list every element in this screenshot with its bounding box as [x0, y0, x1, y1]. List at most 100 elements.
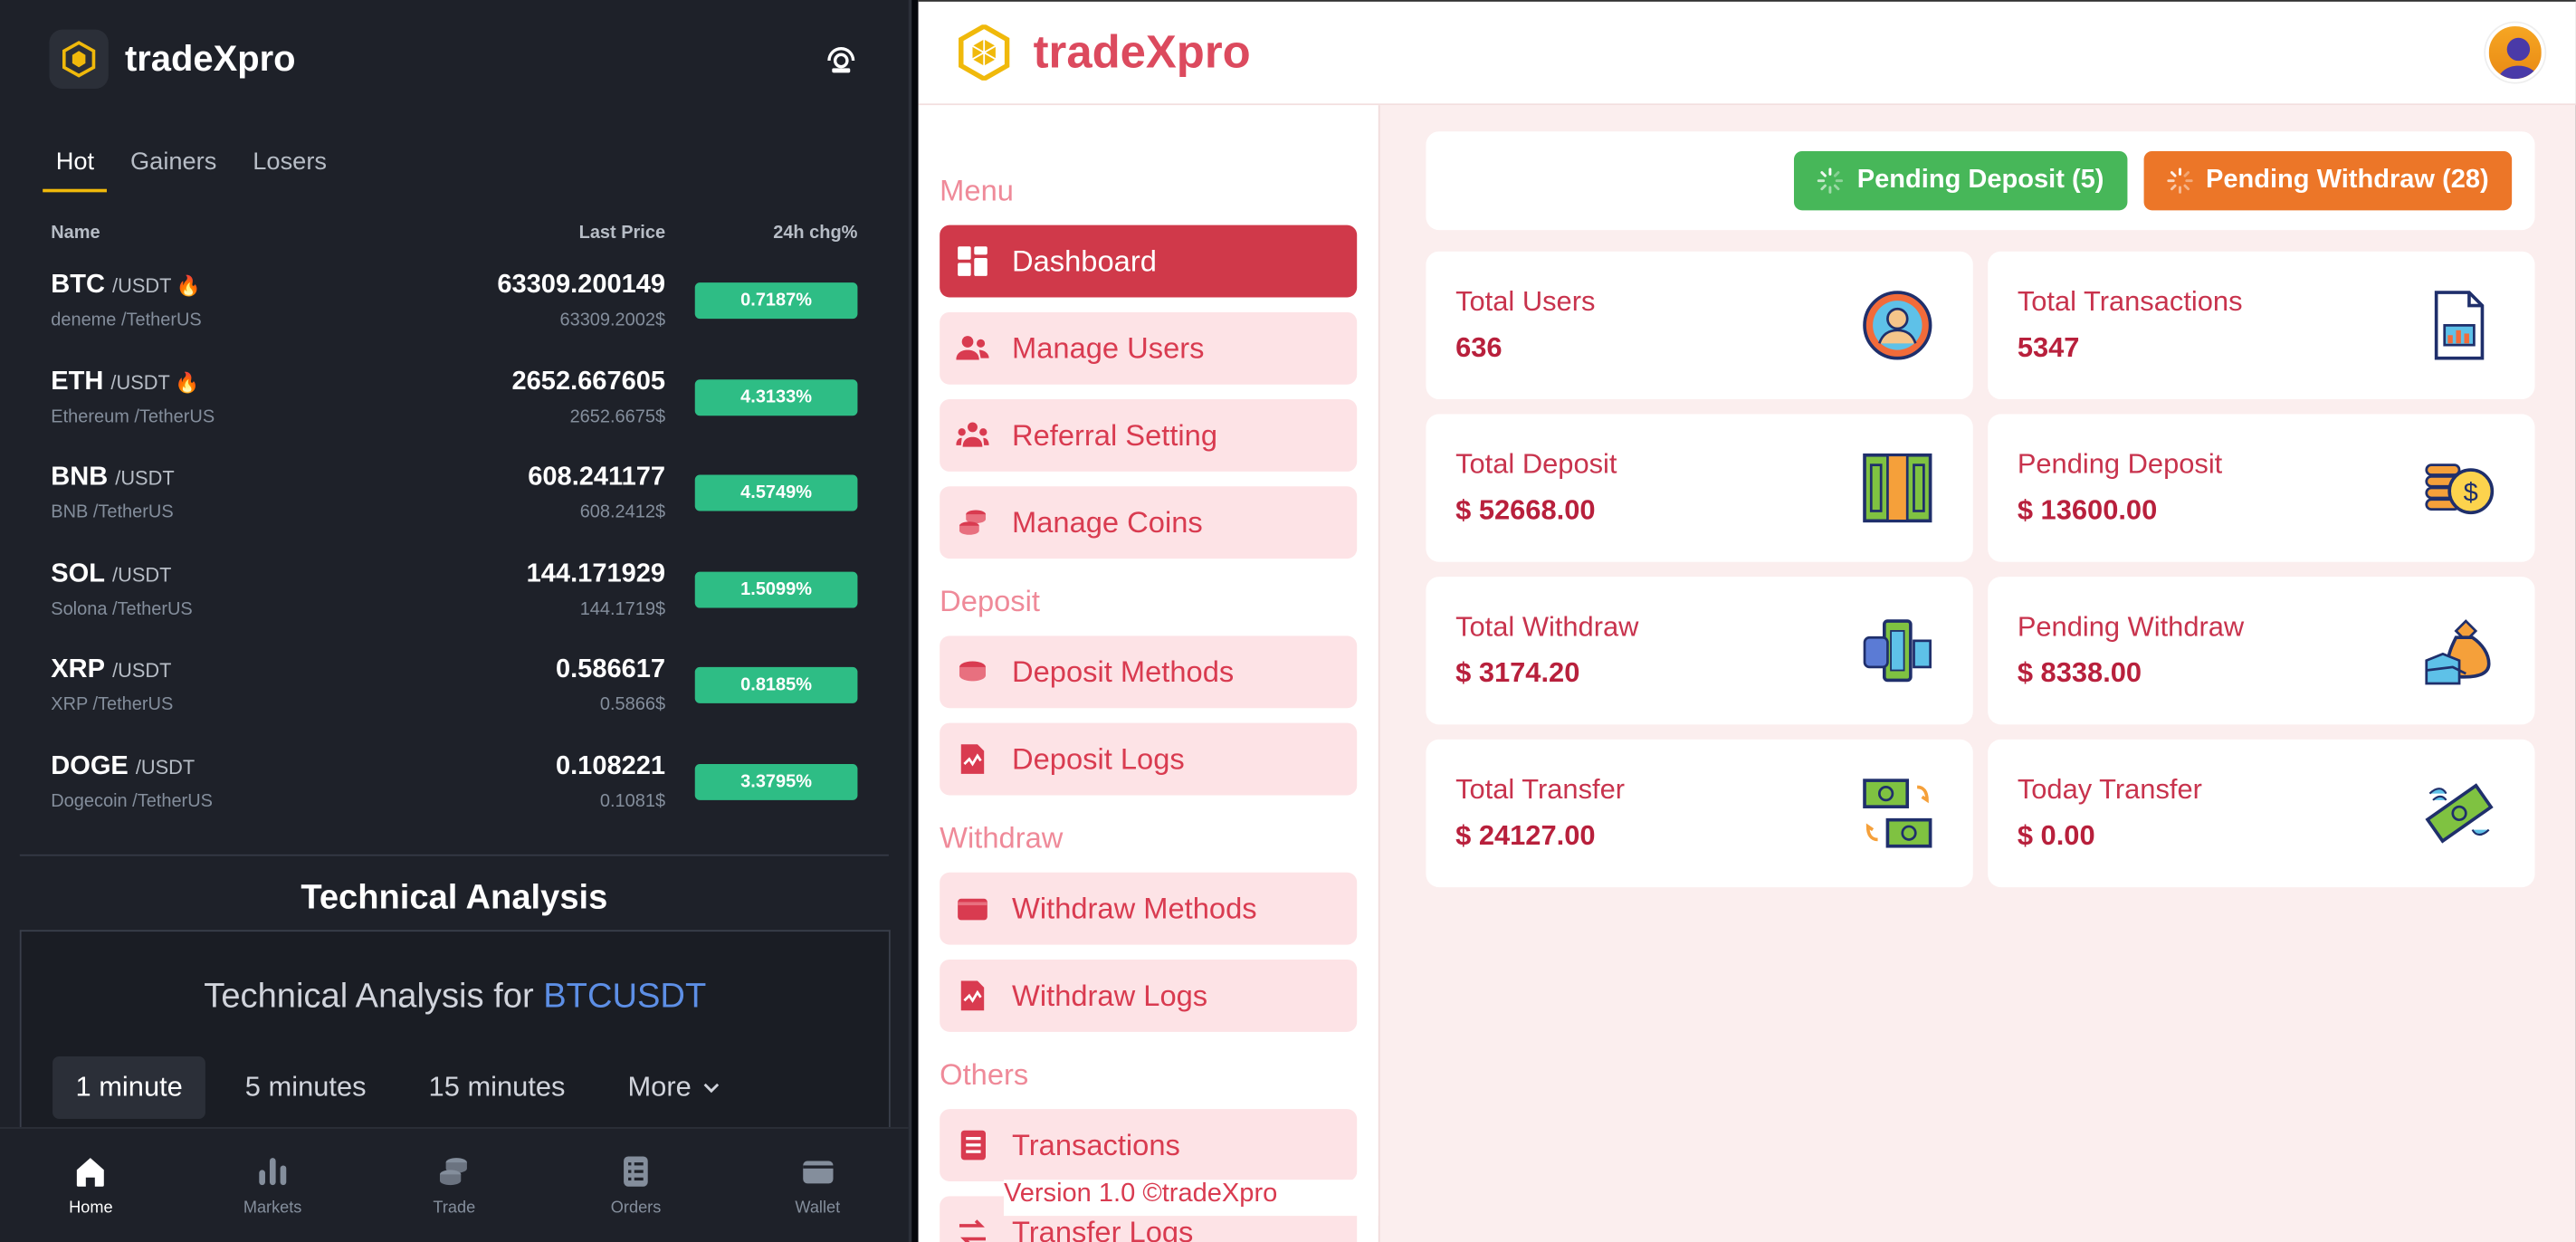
nav-markets-label: Markets	[243, 1199, 302, 1218]
admin-brand[interactable]: tradeXpro	[958, 24, 1251, 81]
market-row[interactable]: DOGE /USDT Dogecoin /TetherUS 0.108221 0.1…	[0, 733, 909, 829]
sidebar-item-referral-setting[interactable]: Referral Setting	[940, 399, 1358, 472]
mobile-app: tradeXpro Hot Gainers Losers Name Last P…	[0, 0, 912, 1242]
interval-15-minutes[interactable]: 15 minutes	[405, 1056, 588, 1119]
stat-card-total-transactions[interactable]: Total Transactions 5347	[1988, 251, 2535, 400]
stat-value: $ 8338.00	[2017, 657, 2142, 689]
market-row[interactable]: SOL /USDT Solona /TetherUS 144.171929 144.…	[0, 541, 909, 637]
stat-card-total-withdraw[interactable]: Total Withdraw $ 3174.20	[1426, 577, 1973, 725]
market-list: BTC /USDT 🔥 deneme /TetherUS 63309.200149 6…	[0, 253, 909, 830]
market-row[interactable]: BTC /USDT 🔥 deneme /TetherUS 63309.200149 6…	[0, 253, 909, 349]
coin-quote: /USDT	[135, 755, 196, 779]
stat-label: Today Transfer	[2017, 773, 2202, 806]
stat-label: Total Deposit	[1455, 448, 1617, 480]
brand-logo-icon	[49, 29, 109, 90]
pending-deposit-button[interactable]: Pending Deposit (5)	[1794, 150, 2127, 211]
nav-trade[interactable]: Trade	[363, 1129, 545, 1242]
coin-symbol: XRP	[51, 655, 105, 684]
sidebar-item-label: Manage Coins	[1012, 505, 1203, 539]
tab-losers[interactable]: Losers	[253, 148, 327, 192]
wallet-icon	[802, 1161, 833, 1184]
sidebar-item-withdraw-methods[interactable]: Withdraw Methods	[940, 872, 1358, 945]
section-deposit: Deposit	[940, 585, 1040, 618]
nav-home[interactable]: Home	[0, 1129, 182, 1242]
coin-symbol: BTC	[51, 271, 105, 300]
coins-icon	[959, 510, 986, 535]
coin-symbol: DOGE	[51, 751, 129, 780]
market-row[interactable]: BNB /USDT BNB /TetherUS 608.241177 608.241…	[0, 445, 909, 541]
svg-text:$: $	[2464, 479, 2478, 508]
sidebar-item-deposit-methods[interactable]: Deposit Methods	[940, 635, 1358, 709]
transfer-icon	[959, 1219, 987, 1242]
sidebar-item-label: Referral Setting	[1012, 417, 1218, 452]
stat-label: Pending Withdraw	[2017, 611, 2245, 643]
pending-withdraw-button[interactable]: Pending Withdraw (28)	[2143, 150, 2513, 211]
coin-price: 0.586617	[555, 655, 666, 684]
tab-hot[interactable]: Hot	[42, 148, 109, 193]
market-row[interactable]: ETH /USDT 🔥 Ethereum /TetherUS 2652.667605…	[0, 349, 909, 445]
stat-card-total-transfer[interactable]: Total Transfer $ 24127.00	[1426, 739, 1973, 888]
section-others: Others	[940, 1057, 1029, 1092]
tab-gainers[interactable]: Gainers	[130, 148, 216, 192]
coins-stack-icon	[440, 1158, 468, 1186]
sidebar-item-dashboard[interactable]: Dashboard	[940, 225, 1358, 298]
stat-card-pending-deposit[interactable]: Pending Deposit $ 13600.00 $	[1988, 414, 2535, 562]
bottom-nav: Home Markets Trade Orders Wallet	[0, 1127, 909, 1242]
admin-sidebar: Menu Dashboard Manage Users Referral Set…	[918, 105, 1380, 1242]
users-icon	[956, 336, 989, 360]
column-last-price: Last Price	[578, 223, 666, 244]
interval-more-dropdown[interactable]: More	[605, 1056, 744, 1119]
coin-subtitle: Ethereum /TetherUS	[51, 406, 215, 427]
ta-pair-link[interactable]: BTCUSDT	[543, 978, 706, 1016]
nav-orders[interactable]: Orders	[545, 1129, 727, 1242]
admin-panel: tradeXpro Menu Dashboard Manage Users Re…	[918, 0, 2576, 1242]
coin-subtitle: Solona /TetherUS	[51, 599, 193, 619]
stat-label: Total Transfer	[1455, 773, 1626, 806]
stat-value: 5347	[2017, 331, 2080, 364]
nav-wallet[interactable]: Wallet	[727, 1129, 909, 1242]
sidebar-item-manage-coins[interactable]: Manage Coins	[940, 486, 1358, 559]
avatar[interactable]	[2485, 23, 2545, 82]
interval-1-minute[interactable]: 1 minute	[52, 1056, 206, 1120]
coin-subtitle: XRP /TetherUS	[51, 695, 174, 715]
stat-value: 636	[1455, 331, 1503, 364]
sidebar-item-withdraw-logs[interactable]: Withdraw Logs	[940, 959, 1358, 1032]
sidebar-item-label: Withdraw Logs	[1012, 978, 1208, 1012]
change-badge: 3.3795%	[694, 763, 858, 800]
admin-brand-name: tradeXpro	[1033, 26, 1251, 78]
stat-card-total-deposit[interactable]: Total Deposit $ 52668.00	[1426, 414, 1973, 562]
market-row[interactable]: XRP /USDT XRP /TetherUS 0.586617 0.5866$ 0…	[0, 637, 909, 733]
coin-price: 608.241177	[528, 463, 666, 492]
admin-topbar: tradeXpro	[918, 0, 2576, 106]
mobile-brand[interactable]: tradeXpro	[49, 29, 296, 90]
sidebar-item-deposit-logs[interactable]: Deposit Logs	[940, 722, 1358, 796]
stat-card-today-transfer[interactable]: Today Transfer $ 0.00	[1988, 739, 2535, 888]
sidebar-item-label: Transactions	[1012, 1127, 1180, 1161]
window-gap	[911, 0, 919, 1242]
coin-price-usd: 144.1719$	[579, 599, 666, 619]
stats-grid: Total Users 636 Total Transactions 5347 To…	[1426, 251, 2535, 888]
coin-price: 0.108221	[555, 751, 666, 780]
technical-analysis-title: Technical Analysis	[301, 879, 608, 917]
coin-price-usd: 608.2412$	[579, 502, 666, 523]
coin-quote: /USDT	[112, 659, 172, 683]
support-icon[interactable]	[823, 41, 859, 77]
sidebar-item-transactions[interactable]: Transactions	[940, 1109, 1358, 1181]
nav-markets[interactable]: Markets	[182, 1129, 364, 1242]
orders-icon	[624, 1156, 648, 1187]
coin-subtitle: Dogecoin /TetherUS	[51, 791, 213, 812]
market-table-header: Name Last Price 24h chg%	[0, 224, 909, 250]
coin-price: 63309.200149	[497, 271, 666, 300]
coin-quote: /USDT	[112, 563, 172, 587]
coin-quote: /USDT	[115, 466, 175, 491]
coin-symbol: SOL	[51, 559, 105, 588]
sidebar-item-manage-users[interactable]: Manage Users	[940, 311, 1358, 385]
withdraw-icon	[1863, 619, 1932, 683]
more-label: More	[627, 1071, 692, 1103]
stat-card-pending-withdraw[interactable]: Pending Withdraw $ 8338.00	[1988, 577, 2535, 725]
log-file-icon	[960, 980, 985, 1011]
interval-5-minutes[interactable]: 5 minutes	[222, 1056, 389, 1119]
column-name: Name	[51, 223, 100, 244]
pending-actions-bar: Pending Deposit (5) Pending Withdraw (28…	[1426, 131, 2535, 231]
stat-card-total-users[interactable]: Total Users 636	[1426, 251, 1973, 400]
